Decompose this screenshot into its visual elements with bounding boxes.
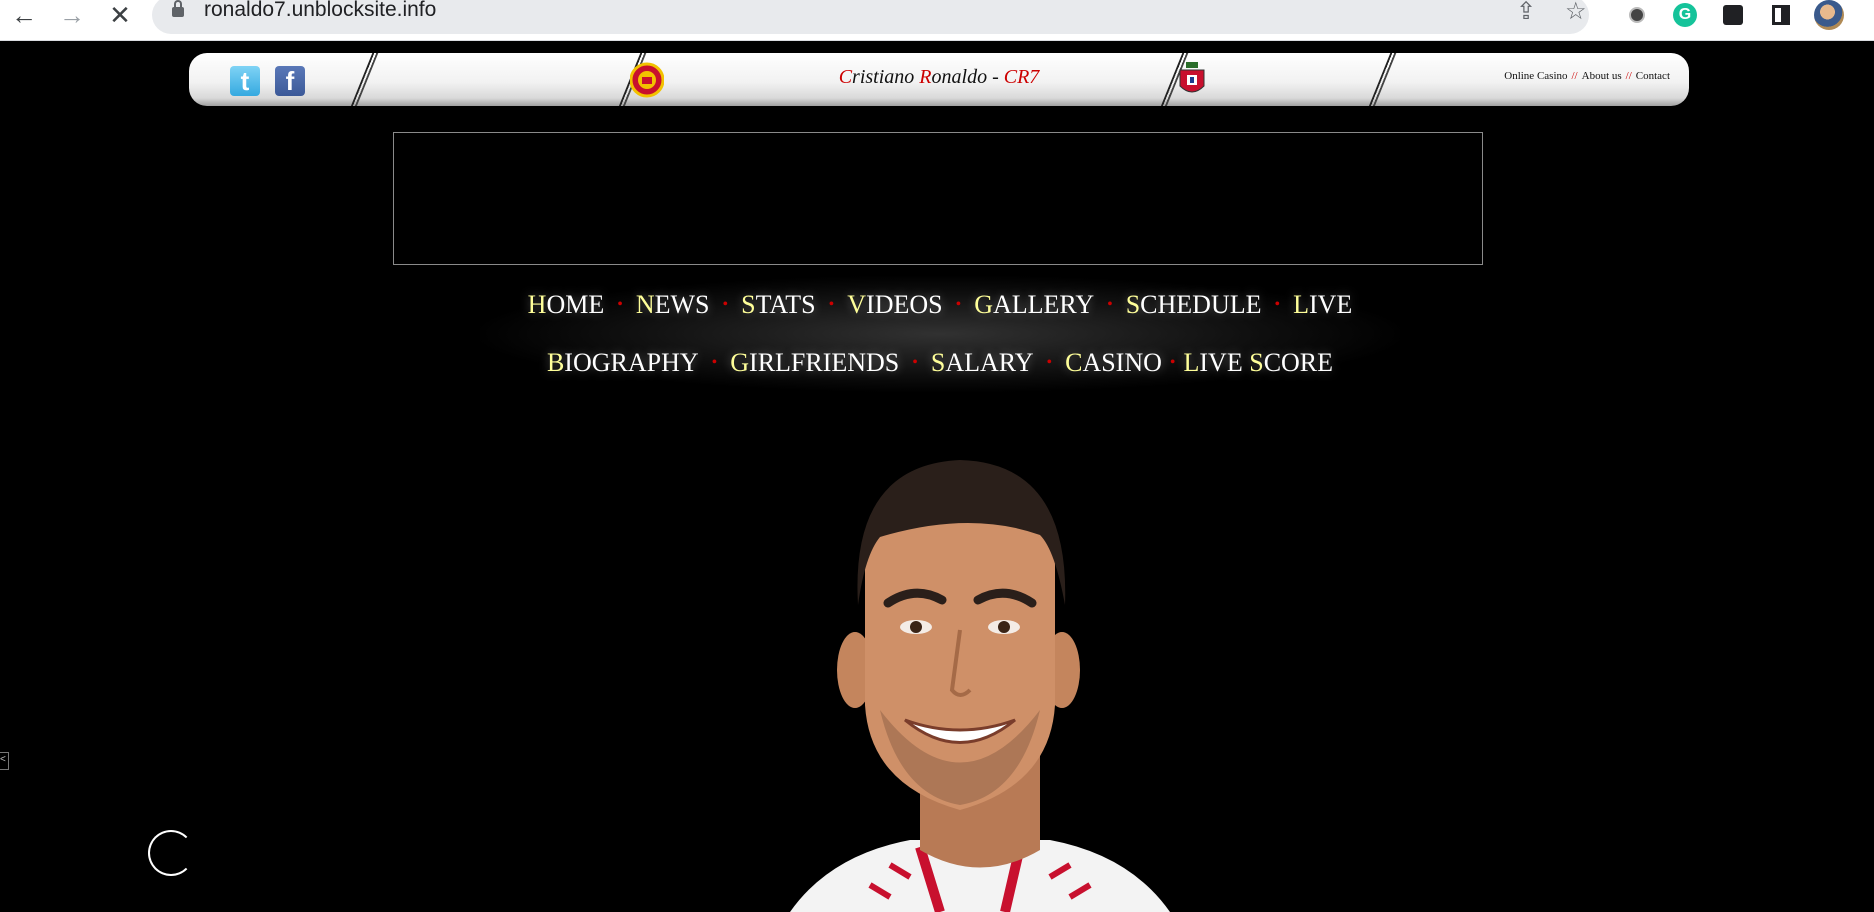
menu-separator: • — [722, 296, 729, 313]
side-panel-button[interactable] — [1766, 0, 1796, 30]
twitter-icon[interactable]: t — [230, 66, 260, 96]
forward-button[interactable]: → — [54, 0, 90, 30]
menu-separator: • — [1046, 354, 1053, 371]
about-us-link[interactable]: About us — [1582, 70, 1622, 82]
main-navigation: HOME • NEWS • STATS • VIDEOS • GALLERY •… — [470, 276, 1410, 392]
lock-icon — [172, 0, 184, 17]
contact-link[interactable]: Contact — [1636, 70, 1670, 82]
menu-separator: • — [912, 354, 918, 371]
profile-button[interactable] — [1814, 0, 1844, 30]
nav-gallery[interactable]: GALLERY — [974, 290, 1094, 320]
divider — [1366, 53, 1398, 106]
avatar — [1814, 0, 1844, 30]
menu-separator: • — [828, 296, 835, 313]
share-icon[interactable]: ⇪ — [1516, 0, 1536, 26]
forward-arrow-icon: → — [59, 0, 85, 30]
menu-separator: • — [1169, 354, 1176, 371]
nav-live-score[interactable]: LIVE SCORE — [1184, 348, 1334, 378]
back-arrow-icon: ← — [11, 0, 37, 30]
menu-row-2: BIOGRAPHY • GIRLFRIENDS • SALARY • CASIN… — [470, 334, 1410, 392]
puzzle-icon — [1723, 5, 1743, 25]
grammarly-icon: G — [1673, 3, 1697, 27]
nav-news[interactable]: NEWS — [636, 290, 710, 320]
nav-stats[interactable]: STATS — [741, 290, 816, 320]
grammarly-button[interactable]: G — [1670, 0, 1700, 30]
facebook-icon[interactable]: f — [275, 66, 305, 96]
url-text[interactable]: ronaldo7.unblocksite.info — [204, 0, 436, 22]
side-tab-handle[interactable]: < — [0, 752, 9, 770]
extension-icon — [1629, 7, 1645, 23]
ronaldo-portrait-image — [790, 460, 1170, 912]
close-icon: ✕ — [109, 0, 131, 30]
nav-home[interactable]: HOME — [528, 290, 605, 320]
side-panel-icon — [1772, 5, 1790, 25]
menu-separator: • — [711, 354, 718, 371]
site-header-bar: t f Cristiano Ronaldo - CR7 Online Casin… — [189, 53, 1689, 106]
loading-spinner-icon — [148, 830, 194, 876]
back-button[interactable]: ← — [6, 0, 42, 30]
nav-live[interactable]: LIVE — [1293, 290, 1352, 320]
extensions-button[interactable] — [1718, 0, 1748, 30]
address-bar[interactable]: ronaldo7.unblocksite.info ⇪ ☆ — [152, 0, 1589, 34]
nav-schedule[interactable]: SCHEDULE — [1126, 290, 1262, 320]
ad-banner-frame[interactable] — [393, 132, 1483, 265]
stop-loading-button[interactable]: ✕ — [102, 0, 138, 30]
browser-toolbar: ← → ✕ ronaldo7.unblocksite.info ⇪ ☆ G — [0, 0, 1874, 41]
menu-separator: • — [1107, 296, 1113, 313]
menu-separator: • — [617, 296, 623, 313]
menu-row-1: HOME • NEWS • STATS • VIDEOS • GALLERY •… — [470, 276, 1410, 334]
manchester-united-crest-icon[interactable] — [630, 62, 664, 98]
nav-biography[interactable]: BIOGRAPHY — [547, 348, 699, 378]
page-title: Cristiano Ronaldo - CR7 — [838, 66, 1040, 88]
nav-casino[interactable]: CASINO — [1065, 348, 1162, 378]
nav-girlfriends[interactable]: GIRLFRIENDS — [730, 348, 899, 378]
menu-separator: • — [1274, 296, 1281, 313]
online-casino-link[interactable]: Online Casino — [1504, 70, 1567, 82]
extension-button[interactable] — [1622, 0, 1652, 30]
divider — [348, 53, 380, 106]
nav-salary[interactable]: SALARY — [931, 348, 1034, 378]
nav-videos[interactable]: VIDEOS — [847, 290, 942, 320]
menu-separator: • — [955, 296, 962, 313]
bookmark-star-icon[interactable]: ☆ — [1565, 0, 1587, 26]
top-links: Online Casino//About us//Contact — [1504, 70, 1670, 82]
portugal-crest-icon[interactable] — [1175, 62, 1209, 98]
